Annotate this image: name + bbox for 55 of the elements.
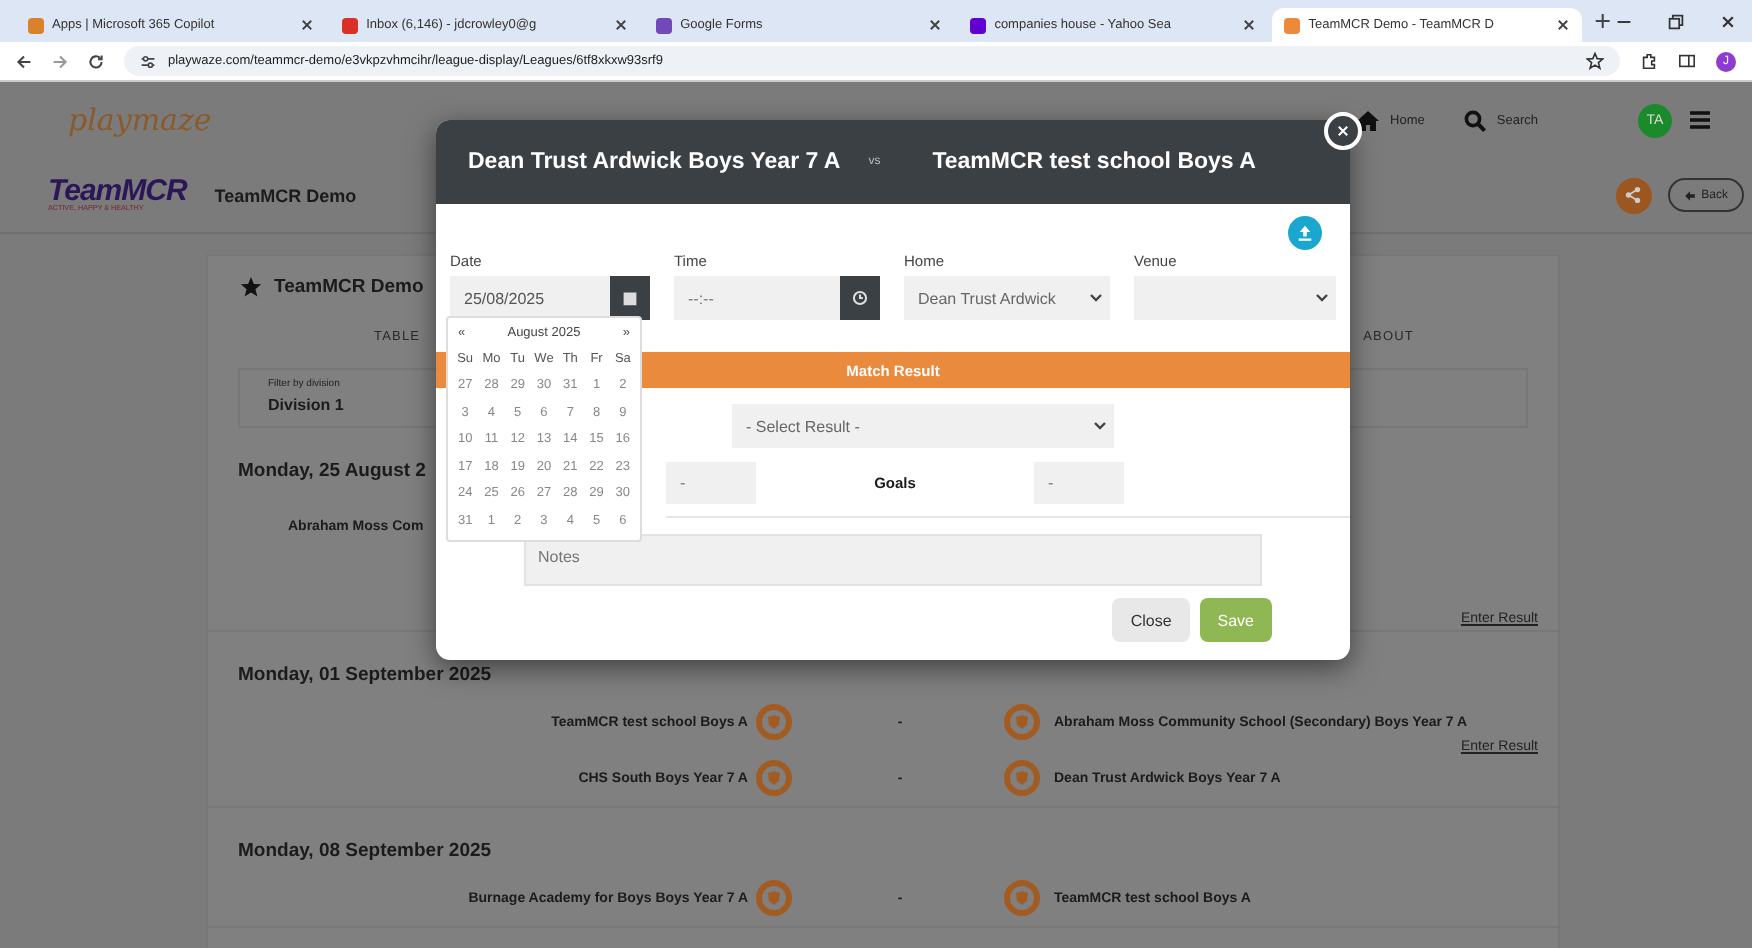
sidebar-icon[interactable] [1678, 52, 1696, 70]
save-button[interactable]: Save [1199, 598, 1272, 642]
share-button[interactable] [1615, 177, 1652, 213]
home-select[interactable]: Dean Trust Ardwick [904, 276, 1110, 320]
home-icon [1356, 109, 1381, 131]
league-title: TeamMCR Demo [274, 276, 424, 298]
chevron-icon [1090, 294, 1102, 302]
forward-arrow-icon[interactable] [52, 53, 68, 69]
clock-icon [852, 290, 868, 306]
extensions-icon[interactable] [1640, 52, 1658, 70]
away-team-title: TeamMCR test school Boys A [932, 150, 1256, 174]
shield-icon [756, 880, 792, 916]
back-arrow-icon [1683, 189, 1696, 201]
shield-icon [756, 760, 792, 796]
share-icon [1624, 186, 1643, 204]
notes-field[interactable]: Notes [524, 534, 1262, 586]
close-icon[interactable] [928, 18, 943, 32]
clock-button[interactable] [840, 276, 880, 320]
reload-icon[interactable] [88, 53, 104, 69]
upload-icon [1296, 224, 1314, 242]
star-icon [240, 276, 262, 298]
date-heading: Monday, 08 September 2025 [236, 838, 492, 866]
shield-icon [1004, 704, 1040, 740]
restore-icon[interactable] [1668, 13, 1685, 29]
time-field[interactable]: --:-- [674, 276, 840, 320]
new-tab-icon[interactable] [1594, 12, 1613, 30]
close-icon[interactable] [1556, 18, 1571, 32]
shield-icon [1004, 880, 1040, 916]
chevron-icon [1316, 294, 1328, 302]
back-arrow-icon[interactable] [16, 53, 32, 69]
close-icon[interactable] [1720, 13, 1737, 29]
tune-icon[interactable] [140, 53, 156, 69]
close-button[interactable]: Close [1112, 598, 1190, 642]
calendar-button[interactable] [610, 276, 650, 320]
logo-title: TeamMCR [48, 176, 187, 207]
page-title: TeamMCR Demo [214, 185, 357, 205]
date-heading: Monday, 25 August 2 [236, 458, 426, 486]
shield-icon [756, 704, 792, 740]
date-heading: Monday, 01 September 2025 [236, 662, 492, 690]
shield-icon [1004, 760, 1040, 796]
upload-button[interactable] [1288, 216, 1322, 250]
search-icon [1464, 109, 1487, 131]
close-icon[interactable] [614, 18, 629, 32]
calendar-icon [622, 290, 638, 306]
result-select[interactable]: - Select Result - [732, 404, 1114, 448]
menu-icon[interactable] [1688, 110, 1712, 130]
close-button[interactable] [1324, 112, 1362, 150]
bookmark-star-icon[interactable] [1586, 52, 1604, 70]
away-goals-field[interactable]: - [1034, 462, 1124, 504]
chevron-icon [1094, 422, 1106, 430]
close-icon[interactable] [1242, 18, 1257, 32]
close-icon[interactable] [300, 18, 315, 32]
home-team-title: Dean Trust Ardwick Boys Year 7 A [468, 150, 841, 174]
date-field[interactable]: 25/08/2025 [450, 276, 610, 320]
home-goals-field[interactable]: - [666, 462, 756, 504]
